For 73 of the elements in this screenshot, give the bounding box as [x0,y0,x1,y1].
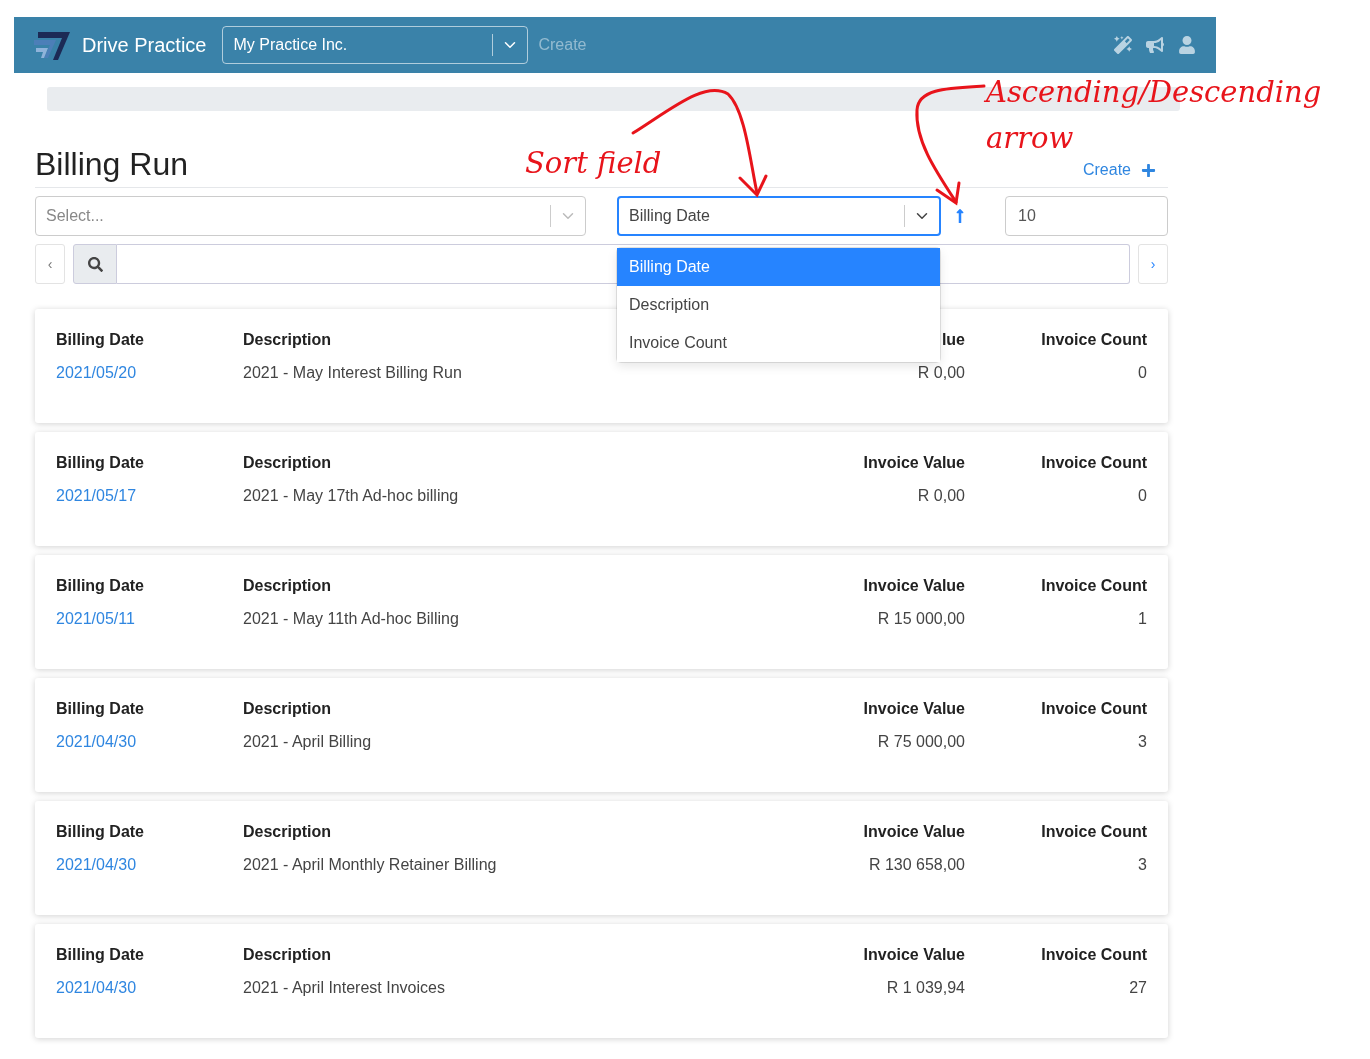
billing-run-card[interactable]: Billing Date Description Invoice Value Invoice Count 2021/04/30 2021 - April Billing R 75 000,00 3 [35,678,1168,792]
column-label: Description [243,823,331,842]
invoice-count-text: 3 [1138,733,1147,752]
column-label: Invoice Count [1041,946,1147,965]
previous-page-button[interactable]: ‹ [35,244,65,284]
column-label: Description [243,454,331,473]
column-label: Invoice Count [1041,823,1147,842]
billing-date-link[interactable]: 2021/04/30 [56,856,137,873]
description-text: 2021 - May 17th Ad-hoc billing [243,487,459,506]
search-icon [87,256,103,272]
page-title: Billing Run [35,146,188,183]
description-text: 2021 - May 11th Ad-hoc Billing [243,610,459,629]
next-page-button[interactable]: › [1138,244,1168,284]
column-label: Invoice Value [863,946,965,965]
menu-option[interactable]: Description [617,286,940,324]
column-label: Billing Date [56,331,144,350]
invoice-value-text: R 75 000,00 [877,733,965,752]
invoice-value-text: R 0,00 [917,364,965,383]
column-label: Billing Date [56,823,144,842]
billing-date-link[interactable]: 2021/05/17 [56,487,137,504]
column-label: Description [243,331,331,350]
create-link[interactable]: Create [1082,161,1156,179]
invoice-value-text: R 130 658,00 [868,856,965,875]
billing-run-card[interactable]: Billing Date Description Invoice Value Invoice Count 2021/05/17 2021 - May 17th Ad-hoc billing R 0,00 0 [35,432,1168,546]
filter-select[interactable]: Select... [35,196,586,236]
column-label: Invoice Count [1041,577,1147,596]
column-label: Invoice Value [863,577,965,596]
brand-name: Drive Practice [82,33,207,57]
invoice-count-text: 0 [1138,487,1147,506]
menu-option[interactable]: Invoice Count [617,324,940,362]
billing-run-card[interactable]: Billing Date Description Invoice Value Invoice Count 2021/04/30 2021 - April Interest Invoices R 1 039,94 27 [35,924,1168,1038]
billing-run-card[interactable]: Billing Date Description Invoice Value Invoice Count 2021/04/30 2021 - April Monthly Retainer Billing R 130 658,00 3 [35,801,1168,915]
magic-wand-icon[interactable] [1114,36,1132,54]
column-label: Description [243,577,331,596]
description-text: 2021 - May Interest Billing Run [243,364,462,383]
column-label: Invoice Value [863,700,965,719]
page-size-field[interactable]: 10 [1005,196,1168,236]
description-text: 2021 - April Monthly Retainer Billing [243,856,497,875]
annotation-text: Sort field [525,145,663,182]
column-label: Billing Date [56,577,144,596]
annotation-text: Ascending/Descending [986,74,1323,111]
column-label: Invoice Value [863,454,965,473]
column-label: Invoice Count [1041,454,1147,473]
invoice-value-text: R 1 039,94 [886,979,965,998]
billing-date-link[interactable]: 2021/04/30 [56,979,137,996]
description-text: 2021 - April Interest Invoices [243,979,445,998]
description-text: 2021 - April Billing [243,733,372,752]
column-label: lue [941,331,965,350]
menu-option[interactable]: Billing Date [617,248,940,286]
column-label: Description [243,700,331,719]
billing-date-link[interactable]: 2021/05/11 [56,610,135,627]
invoice-value-text: R 0,00 [917,487,965,506]
column-label: Billing Date [56,700,144,719]
column-label: Billing Date [56,454,144,473]
billing-date-link[interactable]: 2021/05/20 [56,364,137,381]
megaphone-icon[interactable] [1146,36,1164,54]
invoice-value-text: R 15 000,00 [877,610,965,629]
user-icon[interactable] [1178,36,1196,54]
invoice-count-text: 27 [1129,979,1147,998]
invoice-count-text: 1 [1138,610,1147,629]
column-label: Description [243,946,331,965]
plus-icon [1141,162,1156,178]
company-select[interactable]: My Practice Inc. [222,26,529,64]
column-label: Invoice Value [863,823,965,842]
invoice-count-text: 3 [1138,856,1147,875]
sort-field-select[interactable]: Billing Date [617,196,941,236]
column-label: Invoice Count [1041,331,1147,350]
billing-date-link[interactable]: 2021/04/30 [56,733,137,750]
column-label: Billing Date [56,946,144,965]
billing-run-card[interactable]: Billing Date Description Invoice Value Invoice Count 2021/05/11 2021 - May 11th Ad-hoc Billing R 15 000,00 1 [35,555,1168,669]
column-label: Invoice Count [1041,700,1147,719]
annotation-text: arrow [986,120,1075,157]
invoice-count-text: 0 [1138,364,1147,383]
